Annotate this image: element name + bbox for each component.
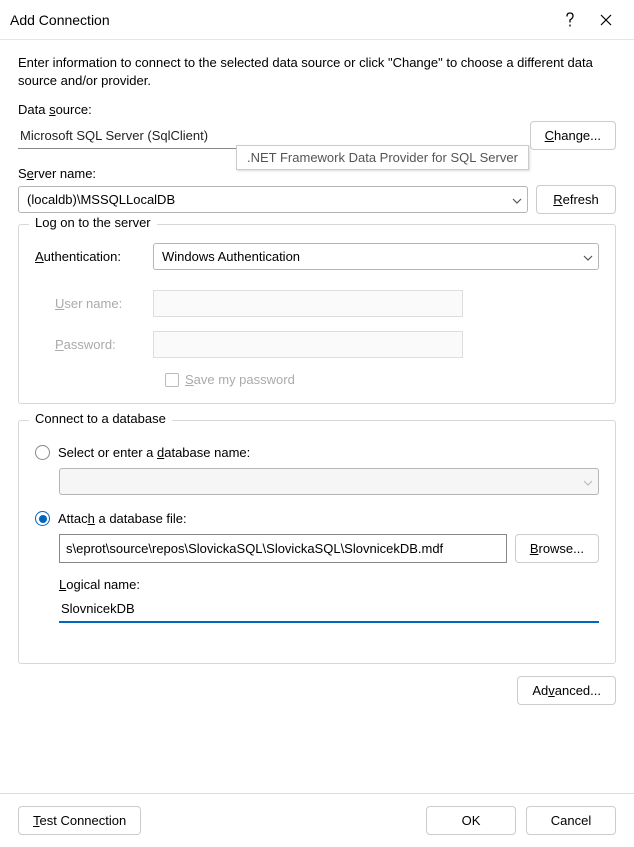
refresh-button[interactable]: Refresh [536, 185, 616, 214]
advanced-button[interactable]: Advanced... [517, 676, 616, 705]
logon-legend: Log on to the server [29, 215, 157, 230]
change-button[interactable]: Change... [530, 121, 616, 150]
attach-db-radio[interactable] [35, 511, 50, 526]
database-name-combo [59, 468, 599, 495]
provider-tooltip: .NET Framework Data Provider for SQL Ser… [236, 145, 529, 170]
authentication-value [154, 244, 578, 269]
connect-db-legend: Connect to a database [29, 411, 172, 426]
test-connection-button[interactable]: Test Connection [18, 806, 141, 835]
server-name-combo[interactable] [18, 186, 528, 213]
save-password-label: Save my password [185, 372, 295, 387]
logical-name-field[interactable] [59, 596, 599, 623]
chevron-down-icon[interactable] [578, 249, 598, 264]
connect-db-section: Connect to a database Select or enter a … [18, 420, 616, 664]
password-field [153, 331, 463, 358]
logon-section: Log on to the server Authentication: Use… [18, 224, 616, 404]
username-field [153, 290, 463, 317]
titlebar: Add Connection [0, 0, 634, 40]
intro-text: Enter information to connect to the sele… [18, 54, 616, 90]
dialog-body: Enter information to connect to the sele… [0, 40, 634, 727]
dialog-footer: Test Connection OK Cancel [0, 793, 634, 847]
help-button[interactable] [552, 6, 588, 34]
chevron-down-icon[interactable] [507, 192, 527, 207]
save-password-checkbox [165, 373, 179, 387]
authentication-combo[interactable] [153, 243, 599, 270]
username-label: User name: [55, 296, 145, 311]
attach-file-field[interactable] [59, 534, 507, 563]
close-icon [600, 14, 612, 26]
browse-button[interactable]: Browse... [515, 534, 599, 563]
chevron-down-icon [578, 474, 598, 489]
window-title: Add Connection [10, 12, 552, 28]
password-label: Password: [55, 337, 145, 352]
close-button[interactable] [588, 6, 624, 34]
attach-db-label: Attach a database file: [58, 511, 187, 526]
logical-name-label: Logical name: [59, 577, 599, 592]
server-name-input[interactable] [19, 187, 507, 212]
database-name-input [60, 469, 578, 494]
ok-button[interactable]: OK [426, 806, 516, 835]
cancel-button[interactable]: Cancel [526, 806, 616, 835]
authentication-label: Authentication: [35, 249, 145, 264]
help-icon [564, 12, 576, 28]
select-db-label: Select or enter a database name: [58, 445, 250, 460]
data-source-label: Data source: [18, 102, 616, 117]
select-db-radio[interactable] [35, 445, 50, 460]
